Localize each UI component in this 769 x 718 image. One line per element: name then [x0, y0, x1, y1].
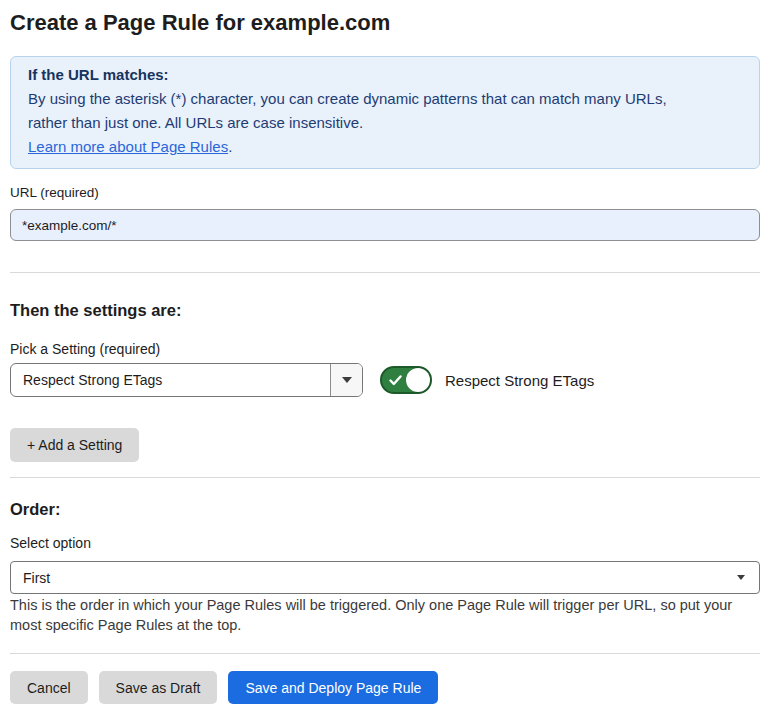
- setting-select-arrow-button[interactable]: [330, 364, 362, 396]
- check-icon: [389, 375, 402, 386]
- divider: [10, 272, 760, 273]
- setting-row: Respect Strong ETags Respect Strong ETag…: [10, 363, 760, 397]
- url-match-info-box: If the URL matches: By using the asteris…: [10, 56, 760, 169]
- cancel-button[interactable]: Cancel: [10, 671, 88, 704]
- toggle-knob: [406, 368, 430, 392]
- learn-more-link[interactable]: Learn more about Page Rules: [28, 138, 228, 155]
- info-box-body: By using the asterisk (*) character, you…: [28, 87, 683, 135]
- divider: [10, 653, 760, 654]
- save-draft-button[interactable]: Save as Draft: [99, 671, 218, 704]
- setting-select-value: Respect Strong ETags: [11, 372, 330, 388]
- save-deploy-button[interactable]: Save and Deploy Page Rule: [228, 671, 438, 704]
- order-select[interactable]: First: [10, 561, 760, 594]
- info-box-heading: If the URL matches:: [28, 63, 742, 87]
- order-help-text: This is the order in which your Page Rul…: [10, 595, 760, 635]
- order-select-value: First: [23, 570, 50, 586]
- url-label: URL (required): [10, 185, 760, 201]
- footer-actions: Cancel Save as Draft Save and Deploy Pag…: [10, 671, 760, 704]
- page-title: Create a Page Rule for example.com: [10, 11, 760, 34]
- toggle-label: Respect Strong ETags: [445, 372, 594, 389]
- setting-select[interactable]: Respect Strong ETags: [10, 363, 363, 397]
- order-heading: Order:: [10, 501, 760, 518]
- info-box-link-line: Learn more about Page Rules.: [28, 135, 742, 159]
- divider: [10, 477, 760, 478]
- order-select-label: Select option: [10, 536, 760, 551]
- setting-toggle[interactable]: [380, 366, 432, 394]
- chevron-down-icon: [342, 377, 352, 383]
- pick-setting-label: Pick a Setting (required): [10, 342, 760, 357]
- link-suffix: .: [228, 138, 232, 155]
- chevron-down-icon: [737, 575, 745, 580]
- create-page-rule-form: Create a Page Rule for example.com If th…: [0, 11, 769, 704]
- settings-heading: Then the settings are:: [10, 302, 760, 319]
- add-setting-button[interactable]: + Add a Setting: [10, 428, 139, 462]
- url-input[interactable]: [10, 209, 760, 241]
